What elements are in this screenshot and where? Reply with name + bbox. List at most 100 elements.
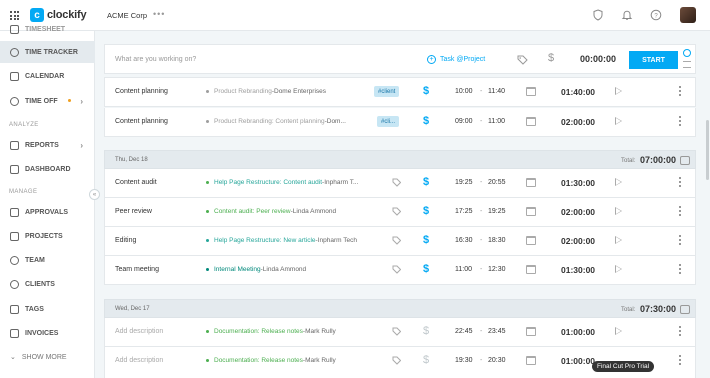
entry-duration[interactable]: 01:00:00 <box>561 356 595 366</box>
entry-project[interactable]: Help Page Restructure: Content audit - I… <box>206 179 358 186</box>
logo[interactable]: c clockify <box>30 8 87 22</box>
manual-mode-icon[interactable] <box>683 61 691 68</box>
entry-description[interactable]: Team meeting <box>115 266 159 273</box>
tag-icon[interactable] <box>392 207 401 216</box>
calendar-icon[interactable] <box>526 178 536 187</box>
entry-duration[interactable]: 02:00:00 <box>561 117 595 127</box>
bulk-edit-icon[interactable] <box>680 305 690 314</box>
apps-grid-icon[interactable] <box>10 11 19 20</box>
sidebar-item-timesheet[interactable]: TIMESHEET <box>0 22 95 36</box>
workspace-more-icon[interactable]: ••• <box>153 9 165 19</box>
more-actions-icon[interactable] <box>679 264 682 274</box>
start-time[interactable]: 19:25 <box>455 179 473 186</box>
end-time[interactable]: 12:30 <box>488 266 506 273</box>
entry-duration[interactable]: 01:00:00 <box>561 327 595 337</box>
start-time[interactable]: 19:30 <box>455 357 473 364</box>
tag-icon[interactable] <box>392 178 401 187</box>
time-entry-row[interactable]: Content planning Product Rebranding: Con… <box>104 108 696 137</box>
end-time[interactable]: 11:00 <box>488 118 505 125</box>
description-input[interactable]: What are you working on? <box>115 56 196 63</box>
calendar-icon[interactable] <box>526 356 536 365</box>
sidebar-item-calendar[interactable]: CALENDAR <box>0 65 95 87</box>
more-actions-icon[interactable] <box>679 86 682 96</box>
entry-description[interactable]: Content audit <box>115 179 157 186</box>
calendar-icon[interactable] <box>526 265 536 274</box>
tag-icon[interactable] <box>517 55 528 65</box>
sidebar-item-invoices[interactable]: INVOICES <box>0 322 95 344</box>
sidebar-item-show-more[interactable]: ⌄ SHOW MORE <box>0 346 95 368</box>
entry-project[interactable]: Internal Meeting - Linda Ammond <box>206 266 306 273</box>
time-entry-row[interactable]: Content audit Help Page Restructure: Con… <box>104 169 696 198</box>
sidebar-item-team[interactable]: TEAM <box>0 249 95 271</box>
entry-description[interactable]: Content planning <box>115 88 168 95</box>
more-actions-icon[interactable] <box>679 206 682 216</box>
time-entry-row[interactable]: Add description Documentation: Release n… <box>104 318 696 347</box>
entry-duration[interactable]: 01:30:00 <box>561 265 595 275</box>
entry-project[interactable]: Documentation: Release notes - Mark Rull… <box>206 357 336 364</box>
sidebar-item-dashboard[interactable]: DASHBOARD <box>0 158 95 180</box>
entry-duration[interactable]: 02:00:00 <box>561 236 595 246</box>
sidebar-item-reports[interactable]: REPORTS › <box>0 134 95 156</box>
entry-project[interactable]: Product Rebranding - Dome Enterprises <box>206 88 326 95</box>
calendar-icon[interactable] <box>526 236 536 245</box>
more-actions-icon[interactable] <box>679 177 682 187</box>
billable-toggle[interactable]: $ <box>423 85 429 97</box>
play-icon[interactable] <box>615 265 622 273</box>
start-time[interactable]: 11:00 <box>455 266 472 273</box>
more-actions-icon[interactable] <box>679 355 682 365</box>
end-time[interactable]: 18:30 <box>488 237 506 244</box>
sidebar-item-approvals[interactable]: APPROVALS <box>0 201 95 223</box>
bell-icon[interactable] <box>621 9 633 21</box>
sidebar-item-tags[interactable]: TAGS <box>0 298 95 320</box>
more-actions-icon[interactable] <box>679 116 682 126</box>
billable-toggle[interactable]: $ <box>548 52 554 64</box>
time-entry-row[interactable]: Peer review Content audit: Peer review -… <box>104 198 696 227</box>
play-icon[interactable] <box>615 207 622 215</box>
tag-badge[interactable]: #client <box>374 86 400 97</box>
entry-description[interactable]: Add description <box>115 328 163 335</box>
timer-mode-icon[interactable] <box>683 49 691 57</box>
more-actions-icon[interactable] <box>679 326 682 336</box>
start-time[interactable]: 22:45 <box>455 328 473 335</box>
start-button[interactable]: START <box>629 51 678 69</box>
end-time[interactable]: 20:55 <box>488 179 506 186</box>
bulk-edit-icon[interactable] <box>680 156 690 165</box>
play-icon[interactable] <box>615 327 622 335</box>
calendar-icon[interactable] <box>526 117 536 126</box>
entry-project[interactable]: Help Page Restructure: New article - Inp… <box>206 237 357 244</box>
sidebar-item-clients[interactable]: CLIENTS <box>0 273 95 295</box>
entry-duration[interactable]: 01:30:00 <box>561 178 595 188</box>
start-time[interactable]: 09:00 <box>455 118 473 125</box>
end-time[interactable]: 20:30 <box>488 357 506 364</box>
entry-duration[interactable]: 02:00:00 <box>561 207 595 217</box>
more-actions-icon[interactable] <box>679 235 682 245</box>
page-scrollbar[interactable] <box>706 120 709 180</box>
play-icon[interactable] <box>615 87 622 95</box>
end-time[interactable]: 23:45 <box>488 328 506 335</box>
entry-duration[interactable]: 01:40:00 <box>561 87 595 97</box>
calendar-icon[interactable] <box>526 87 536 96</box>
entry-description[interactable]: Peer review <box>115 208 152 215</box>
workspace-name[interactable]: ACME Corp <box>107 11 147 20</box>
play-icon[interactable] <box>615 236 622 244</box>
tag-icon[interactable] <box>392 236 401 245</box>
time-entry-row[interactable]: Content planning Product Rebranding - Do… <box>104 78 696 107</box>
timer-display[interactable]: 00:00:00 <box>580 54 616 64</box>
sidebar-item-projects[interactable]: PROJECTS <box>0 225 95 247</box>
entry-description[interactable]: Content planning <box>115 118 168 125</box>
time-entry-row[interactable]: Team meeting Internal Meeting - Linda Am… <box>104 256 696 285</box>
end-time[interactable]: 11:40 <box>488 88 505 95</box>
billable-toggle[interactable]: $ <box>423 115 429 127</box>
calendar-icon[interactable] <box>526 327 536 336</box>
user-avatar[interactable] <box>680 7 696 23</box>
billable-toggle[interactable]: $ <box>423 205 429 217</box>
calendar-icon[interactable] <box>526 207 536 216</box>
tag-icon[interactable] <box>392 356 401 365</box>
play-icon[interactable] <box>615 117 622 125</box>
entry-project[interactable]: Documentation: Release notes - Mark Rull… <box>206 328 336 335</box>
project-picker[interactable]: + Task @Project <box>427 55 485 64</box>
tag-badge[interactable]: #cli... <box>377 116 400 127</box>
help-icon[interactable]: ? <box>650 9 662 21</box>
billable-toggle[interactable]: $ <box>423 325 429 337</box>
collapse-sidebar-button[interactable]: « <box>89 189 100 200</box>
